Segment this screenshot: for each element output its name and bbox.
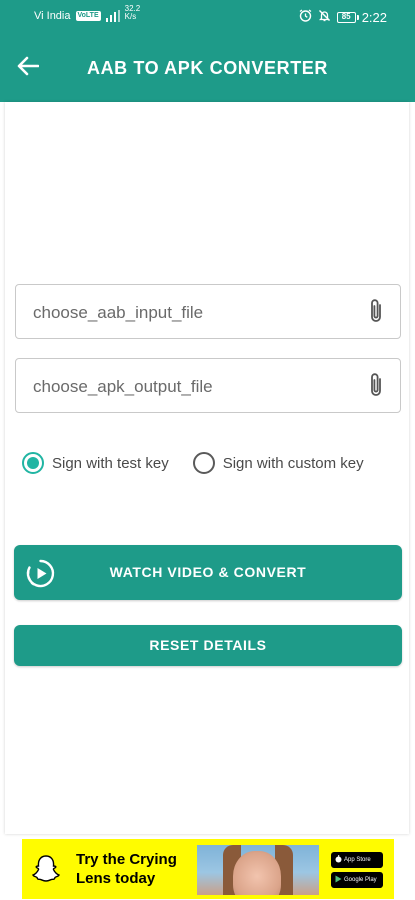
ad-headline: Try the Crying Lens today bbox=[76, 851, 177, 887]
apk-output-placeholder: choose_apk_output_file bbox=[33, 377, 213, 396]
radio-sign-test-key[interactable]: Sign with test key bbox=[22, 452, 169, 474]
status-right: 85 2:22 bbox=[299, 9, 387, 25]
aab-input-placeholder: choose_aab_input_file bbox=[33, 303, 204, 322]
radio-label: Sign with test key bbox=[52, 454, 169, 472]
volte-badge: VoLTE bbox=[75, 11, 101, 21]
toolbar: AAB TO APK CONVERTER bbox=[0, 36, 415, 102]
apple-icon bbox=[335, 855, 342, 865]
play-store-icon bbox=[335, 875, 342, 885]
network-speed: 32.2 K/s bbox=[125, 5, 141, 21]
radio-checked-icon[interactable] bbox=[22, 452, 44, 474]
app-store-badge[interactable]: App Store bbox=[331, 852, 383, 868]
radio-sign-custom-key[interactable]: Sign with custom key bbox=[192, 452, 364, 474]
silent-icon bbox=[318, 9, 331, 25]
paperclip-icon[interactable] bbox=[366, 372, 386, 400]
sign-key-radio-group: Sign with test key Sign with custom key bbox=[22, 452, 364, 474]
apk-output-file-field[interactable]: choose_apk_output_file bbox=[15, 358, 401, 413]
aab-input-file-field[interactable]: choose_aab_input_file bbox=[15, 284, 401, 339]
battery-level: 85 bbox=[341, 12, 351, 21]
convert-button-label: WATCH VIDEO & CONVERT bbox=[109, 564, 307, 580]
google-play-badge[interactable]: Google Play bbox=[331, 872, 383, 888]
ad-image bbox=[197, 845, 319, 895]
network-speed-unit: K/s bbox=[124, 12, 137, 21]
reset-button-label: RESET DETAILS bbox=[149, 637, 267, 653]
paperclip-icon[interactable] bbox=[366, 298, 386, 326]
carrier-name: Vi India bbox=[34, 10, 71, 22]
play-video-icon bbox=[25, 557, 56, 588]
snapchat-ghost-icon bbox=[30, 853, 62, 885]
watch-video-convert-button[interactable]: WATCH VIDEO & CONVERT bbox=[14, 545, 402, 600]
app-store-label: App Store bbox=[344, 857, 371, 863]
status-left: Vi India VoLTE 32.2 K/s bbox=[34, 5, 140, 22]
signal-icon bbox=[105, 10, 120, 22]
google-play-label: Google Play bbox=[344, 877, 377, 883]
app-screen: Vi India VoLTE 32.2 K/s 85 2:22 AAB TO A… bbox=[0, 0, 415, 900]
battery-icon: 85 bbox=[336, 11, 359, 23]
alarm-icon bbox=[299, 9, 312, 25]
converter-card: choose_aab_input_file choose_apk_output_… bbox=[5, 102, 409, 834]
status-bar: Vi India VoLTE 32.2 K/s 85 2:22 bbox=[0, 0, 415, 36]
ad-banner[interactable]: Try the Crying Lens today App Store Goog… bbox=[22, 839, 394, 899]
clock: 2:22 bbox=[361, 9, 387, 25]
reset-details-button[interactable]: RESET DETAILS bbox=[14, 625, 402, 666]
ad-image-face bbox=[233, 851, 281, 895]
radio-unchecked-icon[interactable] bbox=[192, 452, 215, 474]
page-title: AAB TO APK CONVERTER bbox=[86, 58, 329, 78]
radio-label: Sign with custom key bbox=[222, 454, 364, 472]
